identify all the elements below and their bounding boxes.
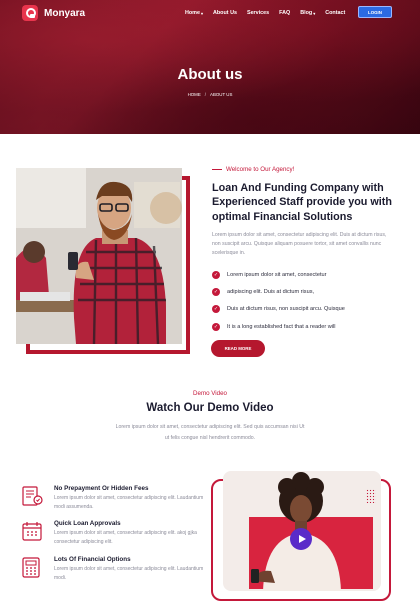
caret-down-icon: ▾ bbox=[313, 10, 316, 16]
list-item: ✓ Lorem ipsum dolor sit amet, consectetu… bbox=[212, 266, 345, 283]
play-button[interactable] bbox=[290, 528, 312, 550]
check-text: Lorem ipsum dolor sit amet, consectetur bbox=[227, 271, 327, 278]
brand-name: Monyara bbox=[44, 7, 86, 19]
breadcrumb-separator: / bbox=[204, 92, 207, 97]
login-button[interactable]: LOGIN bbox=[358, 6, 392, 18]
nav-item-blog[interactable]: Blog ▾ bbox=[300, 10, 315, 16]
nav-item-home[interactable]: Home ▾ bbox=[185, 10, 203, 16]
list-item: ✓ Duis at dictum risus, non suscipit arc… bbox=[212, 301, 345, 318]
breadcrumb-current: ABOUT US bbox=[210, 92, 233, 97]
feature-description: Lorem ipsum dolor sit amet, consectetur … bbox=[54, 566, 204, 581]
nav-item-contact[interactable]: Contact bbox=[325, 10, 345, 16]
nav-item-about[interactable]: About Us bbox=[213, 10, 237, 16]
caret-down-icon: ▾ bbox=[200, 10, 203, 16]
logo-icon bbox=[22, 5, 38, 21]
feature-title: Lots Of Financial Options bbox=[54, 556, 131, 563]
demo-video-thumbnail[interactable] bbox=[223, 471, 381, 591]
nav-label: Contact bbox=[325, 10, 346, 16]
about-tag: Welcome to Our Agency! bbox=[212, 166, 294, 173]
main-nav: Home ▾ About Us Services FAQ Blog ▾ Contac… bbox=[185, 10, 345, 16]
demo-paragraph: Lorem ipsum dolor sit amet, consectetur … bbox=[115, 424, 305, 441]
nav-label: FAQ bbox=[279, 10, 291, 16]
feature-description: Lorem ipsum dolor sit amet, consectetur … bbox=[54, 530, 197, 545]
page-hero: Monyara Home ▾ About Us Services FAQ Blog… bbox=[0, 0, 420, 134]
list-item: ✓ adipiscing elit. Duis at dictum risus, bbox=[212, 283, 345, 300]
check-text: It is a long established fact that a rea… bbox=[227, 323, 336, 330]
man-with-phone-illustration bbox=[16, 168, 182, 344]
page-title: About us bbox=[177, 66, 243, 83]
list-item: ✓ It is a long established fact that a r… bbox=[212, 318, 345, 335]
checkmark-icon: ✓ bbox=[212, 305, 220, 314]
check-text: adipiscing elit. Duis at dictum risus, bbox=[227, 288, 315, 295]
checkmark-icon: ✓ bbox=[212, 270, 220, 279]
breadcrumb-home[interactable]: HOME bbox=[188, 92, 201, 97]
feature-description: Lorem ipsum dolor sit amet, consectetur … bbox=[54, 495, 204, 510]
nav-label: About Us bbox=[213, 10, 237, 16]
nav-label: Services bbox=[246, 10, 270, 16]
checkmark-icon: ✓ bbox=[212, 287, 220, 296]
breadcrumb: HOME / ABOUT US bbox=[0, 92, 420, 97]
nav-label: Home bbox=[185, 10, 200, 16]
calculator-icon bbox=[22, 557, 40, 578]
brand-logo[interactable]: Monyara bbox=[22, 5, 85, 21]
nav-label: Blog bbox=[300, 10, 313, 16]
feature-title: Quick Loan Approvals bbox=[54, 520, 121, 527]
feature-check-list: ✓ Lorem ipsum dolor sit amet, consectetu… bbox=[212, 266, 345, 335]
check-text: Duis at dictum risus, non suscipit arcu.… bbox=[227, 306, 345, 313]
tag-line-divider bbox=[212, 169, 222, 170]
demo-heading: Watch Our Demo Video bbox=[146, 402, 274, 414]
calendar-icon bbox=[22, 522, 42, 541]
document-icon bbox=[22, 486, 43, 506]
feature-title: No Prepayment Or Hidden Fees bbox=[54, 485, 149, 492]
checkmark-icon: ✓ bbox=[212, 322, 220, 331]
read-more-button[interactable]: READ MORE bbox=[211, 340, 265, 357]
nav-item-faq[interactable]: FAQ bbox=[279, 10, 290, 16]
nav-item-services[interactable]: Services bbox=[247, 10, 269, 16]
about-tag-label: Welcome to Our Agency! bbox=[226, 166, 295, 173]
about-paragraph: Lorem ipsum dolor sit amet, consectetur … bbox=[212, 232, 387, 257]
about-heading: Loan And Funding Company with Experience… bbox=[212, 182, 392, 223]
about-photo bbox=[16, 168, 182, 344]
demo-tag: Demo Video bbox=[193, 390, 227, 397]
